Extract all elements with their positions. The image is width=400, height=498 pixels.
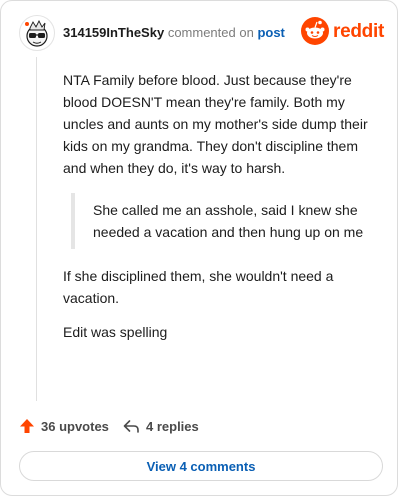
upvote-button[interactable]: 36 upvotes [19,415,109,437]
comment-paragraph: NTA Family before blood. Just because th… [63,72,368,176]
reply-arrow-icon [123,420,139,433]
action-text: commented on [167,25,254,40]
comment-card: 314159InTheSky commented on post reddit … [0,0,398,496]
comment-body: NTA Family before blood. Just because th… [63,69,379,355]
quote-text: She called me an asshole, said I knew sh… [93,202,364,240]
reddit-logo-icon [301,17,329,45]
reddit-wordmark: reddit [333,21,384,42]
thread-line [36,57,37,401]
snoo-avatar-icon [25,19,48,47]
username-link[interactable]: 314159InTheSky [63,25,164,40]
comment-meta: 314159InTheSky commented on post [63,25,285,41]
comment-paragraph: Edit was spelling [63,324,168,340]
post-link[interactable]: post [257,25,284,40]
comment-header: 314159InTheSky commented on post reddit [19,15,384,51]
upvote-count: 36 upvotes [41,418,109,434]
reply-count: 4 replies [146,418,199,434]
reddit-brand[interactable]: reddit [301,17,384,45]
avatar[interactable] [19,15,55,51]
upvote-arrow-icon [20,419,34,433]
comment-paragraph: If she disciplined them, she wouldn't ne… [63,268,334,306]
view-comments-button[interactable]: View 4 comments [19,451,383,481]
blockquote: She called me an asshole, said I knew sh… [71,193,379,249]
replies-button[interactable]: 4 replies [123,415,199,437]
